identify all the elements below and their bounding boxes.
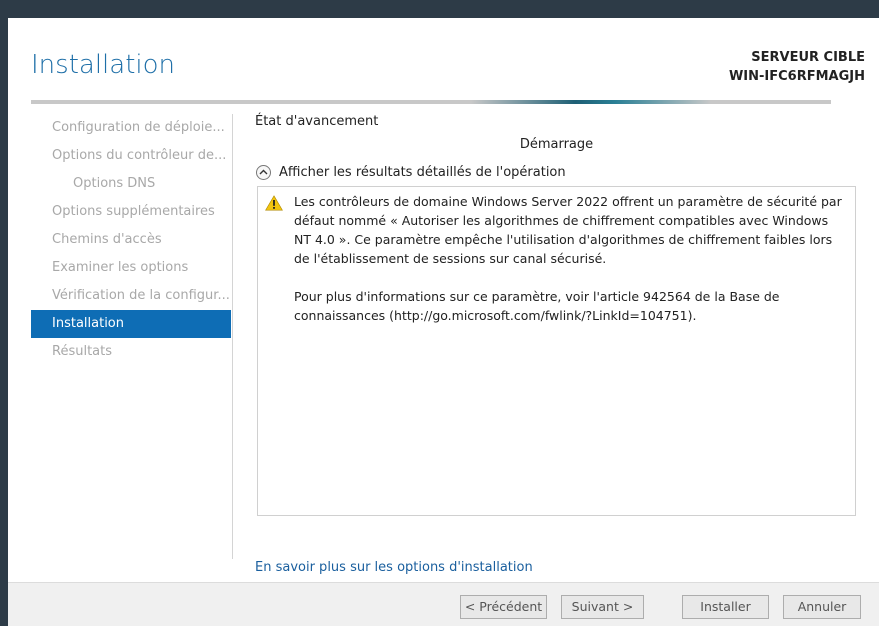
sidebar-item-additional-options: Options supplémentaires	[52, 204, 215, 219]
warning-message-paragraph: Pour plus d'informations sur ce paramètr…	[294, 289, 780, 323]
details-toggle[interactable]: Afficher les résultats détaillés de l'op…	[256, 162, 566, 182]
sidebar-item-domain-controller-options: Options du contrôleur de...	[52, 148, 227, 163]
wizard-window: Installation SERVEUR CIBLE WIN-IFC6RFMAG…	[8, 18, 879, 626]
target-server: SERVEUR CIBLE WIN-IFC6RFMAGJH	[729, 48, 865, 86]
footer-bar: < Précédent Suivant > Installer Annuler	[8, 582, 879, 626]
progress-status: Démarrage	[519, 137, 594, 152]
next-button[interactable]: Suivant >	[561, 595, 644, 619]
install-button[interactable]: Installer	[682, 595, 769, 619]
sidebar-item-deployment-configuration: Configuration de déploie...	[52, 120, 225, 135]
warning-message-paragraph: Les contrôleurs de domaine Windows Serve…	[294, 194, 842, 266]
cancel-button[interactable]: Annuler	[783, 595, 861, 619]
sidebar-item-installation[interactable]: Installation	[31, 310, 231, 338]
warning-icon	[265, 195, 283, 211]
learn-more-link[interactable]: En savoir plus sur les options d'install…	[255, 560, 533, 575]
details-toggle-label[interactable]: Afficher les résultats détaillés de l'op…	[279, 165, 566, 180]
results-panel: Les contrôleurs de domaine Windows Serve…	[257, 186, 856, 516]
previous-button[interactable]: < Précédent	[460, 595, 547, 619]
header-divider	[31, 100, 831, 104]
sidebar-divider	[232, 114, 233, 559]
sidebar-item-prerequisites-check: Vérification de la configur...	[52, 288, 230, 303]
progress-section-label: État d'avancement	[255, 114, 379, 129]
page-title: Installation	[31, 50, 176, 80]
sidebar-item-dns-options: Options DNS	[73, 176, 156, 191]
warning-message: Les contrôleurs de domaine Windows Serve…	[294, 192, 844, 344]
sidebar-item-results: Résultats	[52, 344, 113, 359]
chevron-up-icon[interactable]	[256, 164, 271, 180]
target-server-label: SERVEUR CIBLE	[751, 50, 865, 65]
target-server-name: WIN-IFC6RFMAGJH	[728, 69, 865, 84]
sidebar: Configuration de déploie... Options du c…	[31, 114, 231, 366]
sidebar-item-paths: Chemins d'accès	[52, 232, 162, 247]
sidebar-item-review-options: Examiner les options	[52, 260, 189, 275]
